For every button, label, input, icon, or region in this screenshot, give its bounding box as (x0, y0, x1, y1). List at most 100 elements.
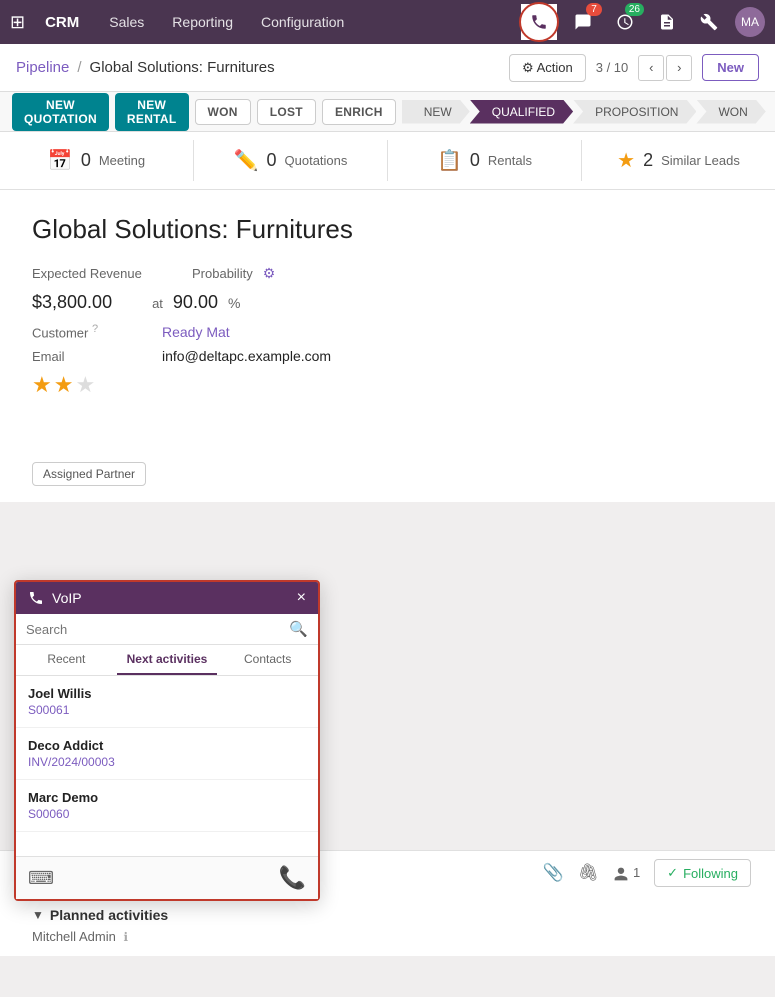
at-text: at (152, 296, 163, 311)
voip-contact-2-ref: INV/2024/00003 (28, 755, 306, 769)
breadcrumb-parent[interactable]: Pipeline (16, 59, 69, 76)
clock-icon-btn[interactable]: 26 (609, 6, 641, 38)
nav-reporting[interactable]: Reporting (166, 10, 239, 34)
voip-tabs: Recent Next activities Contacts (16, 645, 318, 676)
similar-leads-stat[interactable]: ★ 2 Similar Leads (582, 140, 775, 181)
main-content: Global Solutions: Furnitures Expected Re… (0, 190, 775, 502)
chat-icon-btn[interactable]: 7 (567, 6, 599, 38)
info-icon[interactable]: ℹ (123, 930, 128, 944)
voip-contact-1[interactable]: Joel Willis S00061 (16, 676, 318, 728)
rentals-icon: 📋 (437, 148, 462, 173)
voip-search-container: 🔍 (16, 614, 318, 645)
following-check-icon: ✓ (667, 865, 678, 881)
voip-close-button[interactable]: × (297, 590, 306, 606)
enrich-button[interactable]: ENRICH (322, 99, 396, 125)
top-navigation: ⊞ CRM Sales Reporting Configuration 7 26 (0, 0, 775, 44)
priority-stars[interactable]: ★ ★ ★ (32, 372, 743, 398)
expected-revenue-value[interactable]: $3,800.00 (32, 292, 112, 313)
probability-gear-icon[interactable]: ⚙ (263, 265, 276, 282)
star-2[interactable]: ★ (54, 372, 74, 398)
new-quotation-button[interactable]: NEW QUOTATION (12, 93, 109, 131)
voip-tab-contacts[interactable]: Contacts (217, 645, 318, 675)
meeting-stat[interactable]: 📅 0 Meeting (0, 140, 194, 181)
content-separator (0, 502, 775, 510)
paperclip-icon[interactable]: 🖇 (578, 863, 600, 883)
document-icon (658, 13, 676, 31)
rentals-stat[interactable]: 📋 0 Rentals (388, 140, 582, 181)
calendar-icon: 📅 (48, 148, 73, 173)
won-button[interactable]: WON (195, 99, 251, 125)
stage-proposition[interactable]: PROPOSITION (573, 100, 696, 124)
star-1[interactable]: ★ (32, 372, 52, 398)
quotations-stat[interactable]: ✏️ 0 Quotations (194, 140, 388, 181)
quotations-label: Quotations (285, 153, 348, 168)
follower-icon: 1 (613, 865, 640, 882)
phone-voip-icon (530, 13, 548, 31)
activities-header[interactable]: ▼ Planned activities (32, 907, 743, 923)
record-title: Global Solutions: Furnitures (32, 214, 743, 245)
breadcrumb-current: Global Solutions: Furnitures (90, 59, 275, 76)
action-button[interactable]: ⚙ Action (509, 54, 586, 82)
customer-help-icon[interactable]: ? (92, 323, 98, 335)
voip-search-input[interactable] (26, 622, 283, 637)
expected-revenue-label: Expected Revenue (32, 266, 152, 281)
stats-bar: 📅 0 Meeting ✏️ 0 Quotations 📋 0 Rentals … (0, 132, 775, 190)
nav-arrows: ‹ › (638, 55, 692, 81)
assigned-partner-tag[interactable]: Assigned Partner (32, 462, 146, 486)
voip-tab-next-activities[interactable]: Next activities (117, 645, 218, 675)
meeting-label: Meeting (99, 153, 145, 168)
revenue-value-group: $3,800.00 (32, 292, 112, 313)
new-rental-button[interactable]: NEW RENTAL (115, 93, 189, 131)
next-record-button[interactable]: › (666, 55, 692, 81)
nav-configuration[interactable]: Configuration (255, 10, 350, 34)
voip-header: VoIP × (16, 582, 318, 614)
voip-tab-recent[interactable]: Recent (16, 645, 117, 675)
partner-row: Assigned Partner (32, 452, 743, 486)
similar-leads-count: 2 (643, 150, 653, 171)
meeting-count: 0 (81, 150, 91, 171)
voip-nav-button[interactable] (521, 4, 557, 40)
record-counter: 3 / 10 (596, 60, 629, 75)
stage-qualified[interactable]: QUALIFIED (470, 100, 573, 124)
settings-icon-btn[interactable] (693, 6, 725, 38)
activity-user: Mitchell Admin ℹ (32, 929, 743, 944)
voip-contact-list: Joel Willis S00061 Deco Addict INV/2024/… (16, 676, 318, 856)
breadcrumb-separator: / (77, 59, 81, 76)
stage-new[interactable]: NEW (402, 100, 470, 124)
voip-contact-1-name: Joel Willis (28, 686, 306, 701)
person-icon (613, 866, 629, 882)
email-label: Email (32, 349, 152, 364)
breadcrumb-bar: Pipeline / Global Solutions: Furnitures … (0, 44, 775, 92)
apps-grid-icon[interactable]: ⊞ (10, 12, 25, 33)
new-record-button[interactable]: New (702, 54, 759, 81)
quotation-icon: ✏️ (234, 148, 259, 173)
stage-won[interactable]: WON (696, 100, 765, 124)
similar-leads-label: Similar Leads (661, 153, 740, 168)
following-button[interactable]: ✓ Following (654, 859, 751, 887)
email-value[interactable]: info@deltapc.example.com (162, 348, 331, 364)
voip-search-icon: 🔍 (289, 620, 308, 638)
lost-button[interactable]: LOST (257, 99, 316, 125)
probability-value[interactable]: 90.00 (173, 292, 218, 313)
voip-contact-3[interactable]: Marc Demo S00060 (16, 780, 318, 832)
customer-value[interactable]: Ready Mat (162, 324, 230, 340)
attachment-icon[interactable]: 📎 (543, 863, 564, 883)
probability-label: Probability (192, 266, 253, 281)
star-3[interactable]: ★ (75, 372, 95, 398)
prev-record-button[interactable]: ‹ (638, 55, 664, 81)
user-avatar[interactable]: MA (735, 7, 765, 37)
pipeline-bar: NEW QUALIFIED PROPOSITION WON (402, 100, 766, 124)
revenue-probability-row: Expected Revenue Probability ⚙ (32, 265, 743, 282)
probability-group: Probability ⚙ (192, 265, 275, 282)
nav-sales[interactable]: Sales (103, 10, 150, 34)
email-row: Email info@deltapc.example.com (32, 348, 743, 364)
voip-keyboard-icon[interactable]: ⌨ (28, 868, 54, 889)
customer-row: Customer ? Ready Mat (32, 323, 743, 340)
document-icon-btn[interactable] (651, 6, 683, 38)
voip-call-icon[interactable]: 📞 (279, 865, 306, 891)
voip-contact-2[interactable]: Deco Addict INV/2024/00003 (16, 728, 318, 780)
rentals-label: Rentals (488, 153, 532, 168)
activities-chevron-icon: ▼ (32, 908, 44, 922)
voip-footer: ⌨ 📞 (16, 856, 318, 899)
voip-contact-1-ref: S00061 (28, 703, 306, 717)
